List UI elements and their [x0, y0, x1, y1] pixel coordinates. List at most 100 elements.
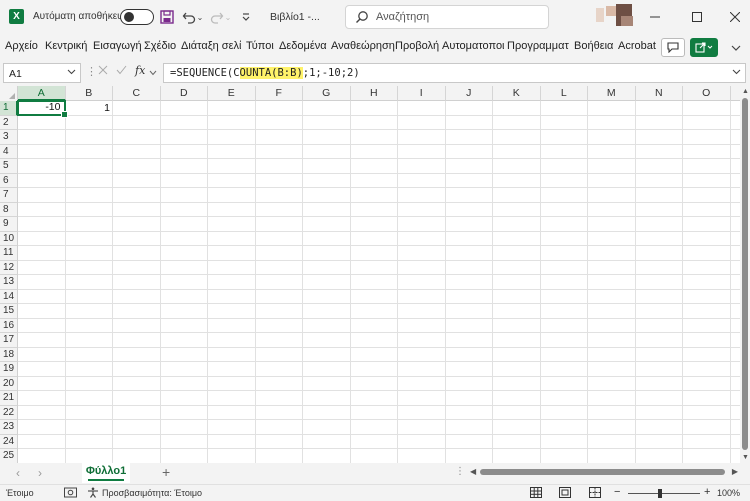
row-header-11[interactable]: 11 — [0, 246, 18, 261]
redo-dropdown-icon[interactable]: ⌄ — [223, 8, 233, 26]
share-button[interactable] — [690, 38, 718, 57]
row-header-15[interactable]: 15 — [0, 304, 18, 319]
column-header-h[interactable]: H — [351, 86, 398, 101]
close-icon[interactable] — [720, 5, 750, 29]
row-header-7[interactable]: 7 — [0, 188, 18, 203]
scrollbar-thumb[interactable] — [742, 98, 748, 450]
name-box[interactable]: A1 — [3, 63, 81, 83]
expand-formula-icon[interactable] — [732, 67, 741, 77]
row-header-21[interactable]: 21 — [0, 391, 18, 406]
tab-developer[interactable]: Προγραμματ — [507, 40, 569, 52]
chevron-down-icon[interactable] — [67, 67, 76, 77]
zoom-level[interactable]: 100% — [717, 488, 740, 498]
spreadsheet-grid[interactable]: A B C D E F G H I J K L M N O 1 2 3 4 5 6 7 8 9 10 11 12 13 14 15 16 17… — [0, 86, 740, 463]
row-header-4[interactable]: 4 — [0, 144, 18, 159]
more-icon[interactable]: ⋮ — [455, 466, 465, 477]
save-icon[interactable] — [158, 8, 176, 26]
row-header-17[interactable]: 17 — [0, 333, 18, 348]
accessibility-icon[interactable] — [87, 487, 99, 501]
accessibility-status[interactable]: Προσβασιμότητα: Έτοιμο — [102, 488, 202, 498]
comments-button[interactable] — [661, 38, 685, 57]
tab-automate[interactable]: Αυτοματοποι — [442, 40, 504, 52]
row-header-19[interactable]: 19 — [0, 362, 18, 377]
undo-dropdown-icon[interactable]: ⌄ — [195, 8, 205, 26]
row-header-14[interactable]: 14 — [0, 289, 18, 304]
row-header-6[interactable]: 6 — [0, 173, 18, 188]
insert-function-icon[interactable]: fx — [135, 64, 145, 77]
next-sheet-icon[interactable]: › — [38, 466, 42, 480]
enter-icon[interactable] — [116, 65, 127, 78]
autosave-toggle[interactable] — [120, 9, 154, 25]
column-header-c[interactable]: C — [113, 86, 161, 101]
row-header-22[interactable]: 22 — [0, 405, 18, 420]
formula-input[interactable]: =SEQUENCE(COUNTA(B:B);1;-10;2) — [163, 63, 746, 83]
ribbon-collapse-icon[interactable] — [731, 43, 741, 55]
column-header-k[interactable]: K — [493, 86, 541, 101]
cancel-icon[interactable] — [98, 65, 108, 78]
column-header-e[interactable]: E — [208, 86, 256, 101]
tab-page-layout[interactable]: Διάταξη σελίδ — [181, 40, 241, 52]
tab-help[interactable]: Βοήθεια — [574, 40, 613, 52]
macro-record-icon[interactable] — [64, 487, 77, 501]
tab-home[interactable]: Κεντρική — [45, 40, 87, 52]
tab-insert[interactable]: Εισαγωγή — [93, 40, 142, 52]
search-box[interactable]: Αναζήτηση — [345, 5, 549, 29]
sheet-tab[interactable]: Φύλλο1 — [82, 463, 130, 483]
column-header-f[interactable]: F — [256, 86, 303, 101]
vertical-scrollbar[interactable]: ▲ ▼ — [740, 86, 750, 463]
column-header-j[interactable]: J — [446, 86, 493, 101]
row-header-3[interactable]: 3 — [0, 130, 18, 145]
add-sheet-button[interactable]: + — [162, 464, 170, 480]
scroll-up-icon[interactable]: ▲ — [742, 88, 749, 95]
zoom-slider-thumb[interactable] — [658, 489, 662, 498]
minimize-icon[interactable] — [640, 5, 670, 29]
column-header-m[interactable]: M — [588, 86, 636, 101]
tab-draw[interactable]: Σχέδιο — [144, 40, 176, 52]
normal-view-icon[interactable] — [530, 487, 544, 498]
chevron-down-icon[interactable] — [149, 67, 157, 79]
row-header-13[interactable]: 13 — [0, 275, 18, 290]
tab-formulas[interactable]: Τύποι — [246, 40, 274, 52]
more-options-icon[interactable]: ⋮ — [86, 65, 97, 78]
tab-file[interactable]: Αρχείο — [5, 40, 38, 52]
scroll-left-icon[interactable]: ◀ — [470, 467, 476, 476]
column-header-g[interactable]: G — [303, 86, 351, 101]
column-header-d[interactable]: D — [161, 86, 208, 101]
row-header-18[interactable]: 18 — [0, 347, 18, 362]
column-header-i[interactable]: I — [398, 86, 446, 101]
row-header-8[interactable]: 8 — [0, 202, 18, 217]
horizontal-scrollbar[interactable]: ◀ ▶ — [468, 467, 740, 477]
column-header-n[interactable]: N — [636, 86, 683, 101]
tab-view[interactable]: Προβολή — [395, 40, 439, 52]
customize-toolbar-icon[interactable] — [237, 8, 255, 26]
row-header-9[interactable]: 9 — [0, 217, 18, 232]
row-header-25[interactable]: 25 — [0, 449, 18, 463]
page-layout-view-icon[interactable] — [559, 487, 573, 498]
tab-review[interactable]: Αναθεώρηση — [331, 40, 395, 52]
zoom-in-button[interactable]: + — [704, 486, 710, 498]
row-header-10[interactable]: 10 — [0, 231, 18, 246]
cell-a1[interactable]: -10 — [17, 100, 67, 117]
scroll-down-icon[interactable]: ▼ — [742, 454, 749, 461]
cell-b1[interactable]: 1 — [66, 101, 114, 116]
row-header-23[interactable]: 23 — [0, 420, 18, 435]
document-title[interactable]: Βιβλίο1 -... — [270, 11, 320, 23]
row-header-24[interactable]: 24 — [0, 434, 18, 449]
tab-acrobat[interactable]: Acrobat — [618, 40, 656, 52]
column-header-a[interactable]: A — [18, 86, 66, 101]
page-break-view-icon[interactable] — [589, 487, 603, 498]
column-header-b[interactable]: B — [66, 86, 113, 101]
zoom-out-button[interactable]: − — [614, 486, 620, 498]
column-header-o[interactable]: O — [683, 86, 731, 101]
row-header-2[interactable]: 2 — [0, 115, 18, 130]
scroll-right-icon[interactable]: ▶ — [732, 467, 738, 476]
row-header-12[interactable]: 12 — [0, 260, 18, 275]
row-header-5[interactable]: 5 — [0, 159, 18, 174]
select-all-button[interactable] — [0, 86, 18, 101]
avatar[interactable] — [596, 8, 604, 22]
row-header-1[interactable]: 1 — [0, 101, 18, 116]
maximize-icon[interactable] — [682, 5, 712, 29]
row-header-20[interactable]: 20 — [0, 376, 18, 391]
tab-data[interactable]: Δεδομένα — [279, 40, 327, 52]
scrollbar-thumb[interactable] — [480, 469, 725, 475]
